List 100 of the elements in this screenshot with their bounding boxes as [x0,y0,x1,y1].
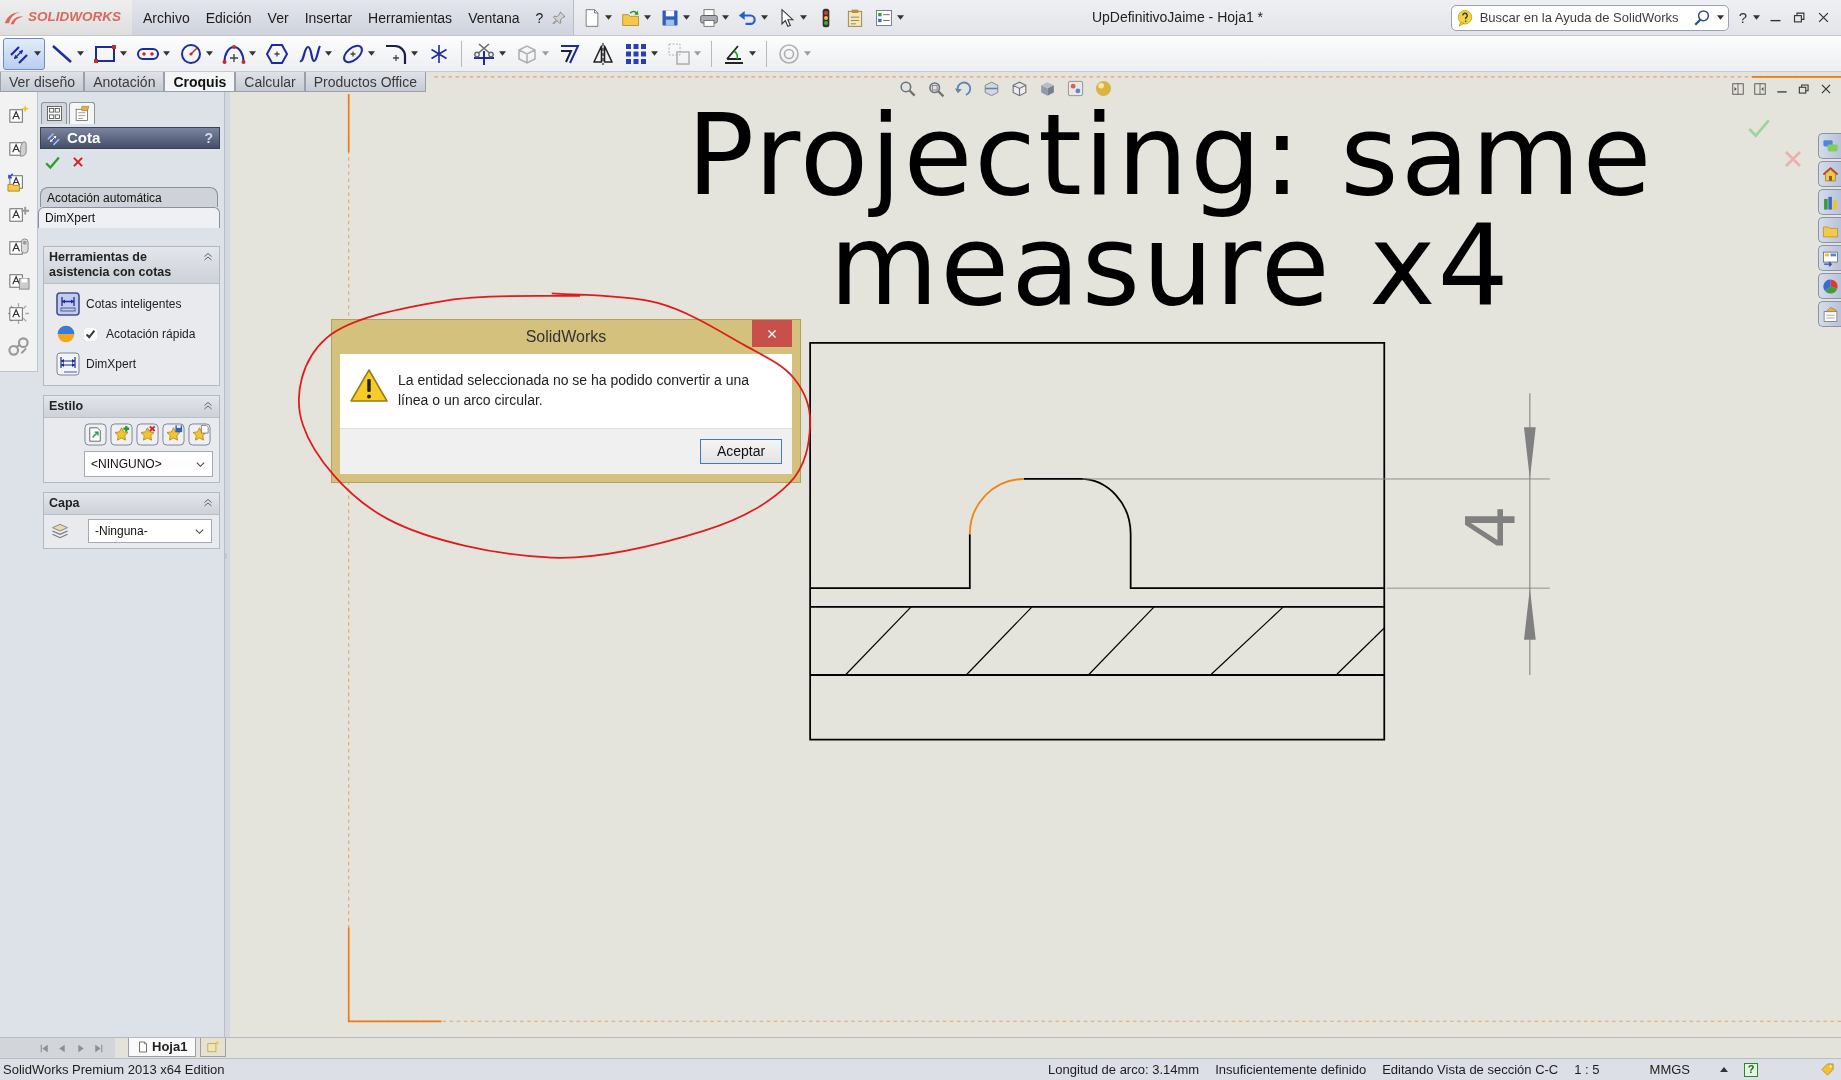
tab[interactable]: Ver diseño [0,72,85,92]
hatch-line [965,606,1033,676]
caret-icon[interactable] [1720,1067,1728,1072]
sheet-tab[interactable]: Hoja1 [128,1038,197,1057]
option-button[interactable]: Cotas inteligentes [44,288,219,320]
caret-icon[interactable] [368,51,375,56]
caret-icon[interactable] [651,51,658,56]
star-plus-icon[interactable] [110,423,133,446]
caret-icon[interactable] [411,51,418,56]
task-pane-tab[interactable] [1818,301,1841,327]
task-pane-tab[interactable] [1818,133,1841,159]
help-button[interactable]: ? [1744,1062,1758,1077]
caret-icon[interactable] [120,51,127,56]
help-button[interactable]: ? [204,127,213,149]
view-palette-icon [1821,249,1839,267]
document-title: UpDefinitivoJaime - Hoja1 * [1090,8,1265,27]
hatch-line [1335,627,1385,676]
home-icon [1821,165,1839,183]
option-button[interactable]: DimXpert [44,348,219,380]
cube-outline-icon[interactable] [1010,79,1029,98]
search-icon[interactable] [1692,8,1711,27]
split-disc-icon [56,324,76,344]
section-cube-icon[interactable] [982,79,1001,98]
cancel-icon[interactable] [71,155,85,169]
caret-icon[interactable] [77,51,84,56]
caret-icon[interactable] [34,51,41,56]
chain-icon[interactable] [7,335,30,358]
search-field[interactable]: Buscar en la Ayuda de SolidWorks [1479,7,1687,28]
dialog-button[interactable]: Aceptar [700,439,782,464]
help-menu[interactable]: ? [1736,8,1749,27]
swatch-icon[interactable] [1066,79,1085,98]
caret-icon[interactable] [761,15,769,20]
shaded-cube-icon[interactable] [1038,79,1057,98]
caret-icon[interactable] [605,15,613,20]
caret-icon[interactable] [644,15,652,20]
menu-item[interactable]: Archivo [135,0,198,35]
caret-icon[interactable] [325,51,332,56]
status-field: Editando Vista de sección C-C [1382,1059,1559,1080]
caret-icon[interactable] [897,15,905,20]
menu-item[interactable]: Herramientas [360,0,461,35]
status-field: Insuficientemente definido [1215,1059,1367,1080]
printer-icon[interactable] [699,7,720,28]
layer-dropdown[interactable]: -Ninguna- [88,519,212,543]
caret-icon[interactable] [1753,15,1760,20]
tab[interactable]: Anotación [84,72,165,92]
star-cross-icon[interactable] [136,423,159,446]
task-pane-tab[interactable] [1818,189,1841,215]
add-sheet-icon [206,1040,221,1054]
layers-icon [50,521,70,541]
menu-item[interactable]: Insertar [296,0,361,35]
restore-icon[interactable] [1797,82,1811,96]
tile-right-icon[interactable] [1753,82,1767,96]
close-icon[interactable] [1819,82,1833,96]
menu-item[interactable]: Edición [197,0,260,35]
style-dropdown[interactable]: <NINGUNO> [84,451,213,477]
dimension-value: 4 [1451,505,1531,549]
caret-icon[interactable] [722,15,730,20]
task-pane-tab[interactable] [1818,273,1841,299]
caret-icon[interactable] [206,51,213,56]
zoom-box-icon[interactable] [926,79,945,98]
group-title: Herramientas de asistencia con cotas [49,250,173,280]
caret-icon[interactable] [1716,15,1724,20]
checkbox-option[interactable]: Acotación rápida [44,320,219,348]
task-pane-tab[interactable] [1818,245,1841,271]
restore-icon[interactable] [1792,10,1807,25]
curved-arrow-icon[interactable] [954,79,973,98]
color-wheel-icon [1821,277,1839,295]
list-icon[interactable] [874,7,895,28]
edition-label: SolidWorks Premium 2013 x64 Edition [3,1060,225,1079]
framed-burst-icon[interactable] [7,302,30,325]
collapse-icon[interactable] [202,251,214,263]
tab[interactable]: Croquis [164,72,236,92]
tab[interactable]: DimXpert [38,207,220,228]
tile-left-icon[interactable] [1731,82,1745,96]
star-page-icon[interactable] [188,423,211,446]
status-field: MMGS [1649,1059,1690,1080]
collapse-icon[interactable] [202,497,214,509]
task-pane-tab[interactable] [1818,161,1841,187]
caret-icon[interactable] [800,15,808,20]
caret-icon[interactable] [249,51,256,56]
tab[interactable]: Acotación automática [40,187,218,207]
dialog-title: SolidWorks [524,327,608,347]
panel-title: Cota [67,127,101,148]
panel-tab[interactable] [41,102,67,124]
magnifier-icon[interactable] [898,79,917,98]
checkbox[interactable] [84,327,97,341]
caret-icon[interactable] [749,51,756,56]
tab[interactable]: Productos Office [304,72,426,92]
tab[interactable]: Calcular [235,72,305,92]
close-icon[interactable] [1816,10,1831,25]
menu-item[interactable]: Ver [259,0,297,35]
caret-icon[interactable] [683,15,691,20]
panel-tab[interactable] [69,102,95,124]
collapse-icon[interactable] [202,400,214,412]
caret-icon[interactable] [499,51,506,56]
search-box[interactable]: Buscar en la Ayuda de SolidWorks [1450,4,1729,31]
tool-button[interactable] [3,37,45,70]
caret-icon[interactable] [163,51,170,56]
menu-item[interactable]: Ventana [460,0,528,35]
menu-item[interactable]: ? [527,0,552,35]
